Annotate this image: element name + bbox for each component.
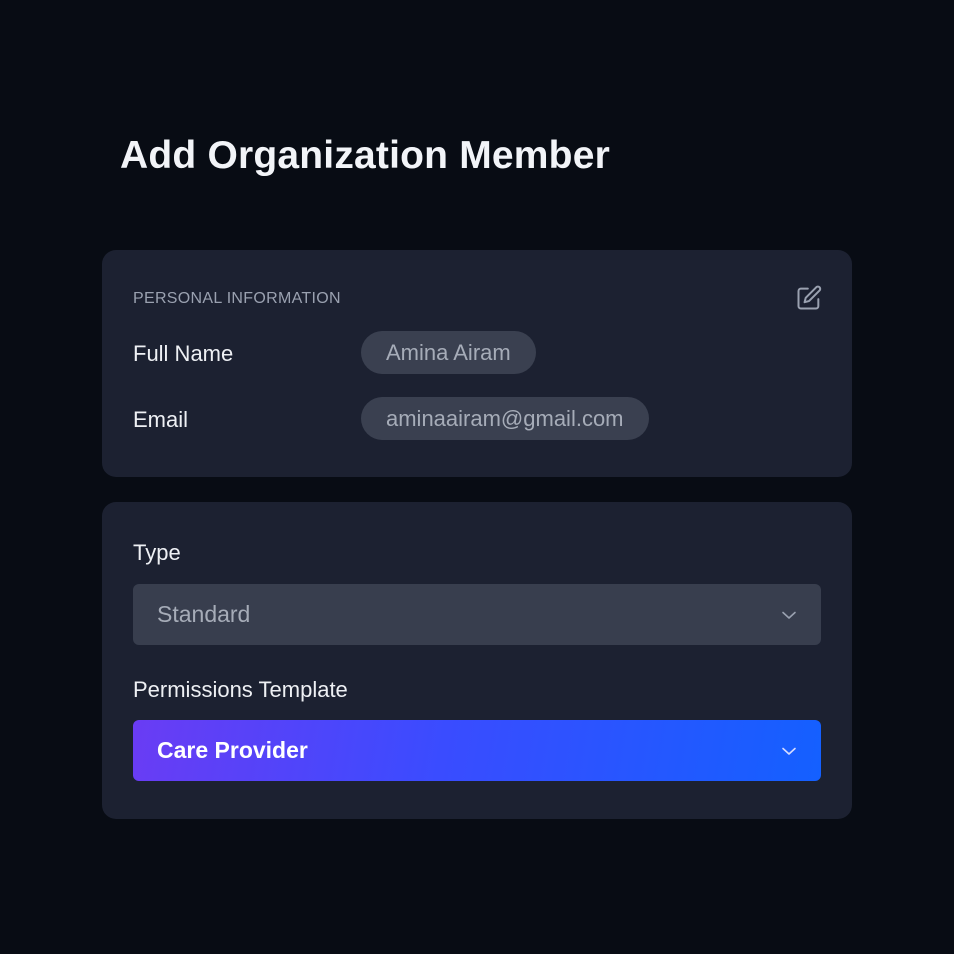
chevron-down-icon <box>779 605 799 625</box>
type-label: Type <box>133 540 181 565</box>
page-title: Add Organization Member <box>120 134 610 177</box>
type-select[interactable]: Standard <box>133 584 821 645</box>
email-label: Email <box>133 407 189 432</box>
edit-icon <box>795 284 823 317</box>
permissions-template-select-value: Care Provider <box>157 737 308 763</box>
edit-personal-info-button[interactable] <box>792 283 826 317</box>
membership-settings-card: Type Standard Permissions Template Care … <box>102 502 852 819</box>
permissions-template-select[interactable]: Care Provider <box>133 720 821 781</box>
full-name-value: Amina Airam <box>361 331 536 374</box>
section-title-personal-information: PERSONAL INFORMATION <box>133 290 341 307</box>
chevron-down-icon <box>779 741 799 761</box>
add-member-page: Add Organization Member PERSONAL INFORMA… <box>0 0 954 954</box>
email-value: aminaairam@gmail.com <box>361 397 649 440</box>
type-select-value: Standard <box>157 601 251 627</box>
personal-information-card: PERSONAL INFORMATION Full Name Amina Air… <box>102 250 852 477</box>
permissions-template-label: Permissions Template <box>133 677 348 702</box>
full-name-label: Full Name <box>133 341 234 366</box>
